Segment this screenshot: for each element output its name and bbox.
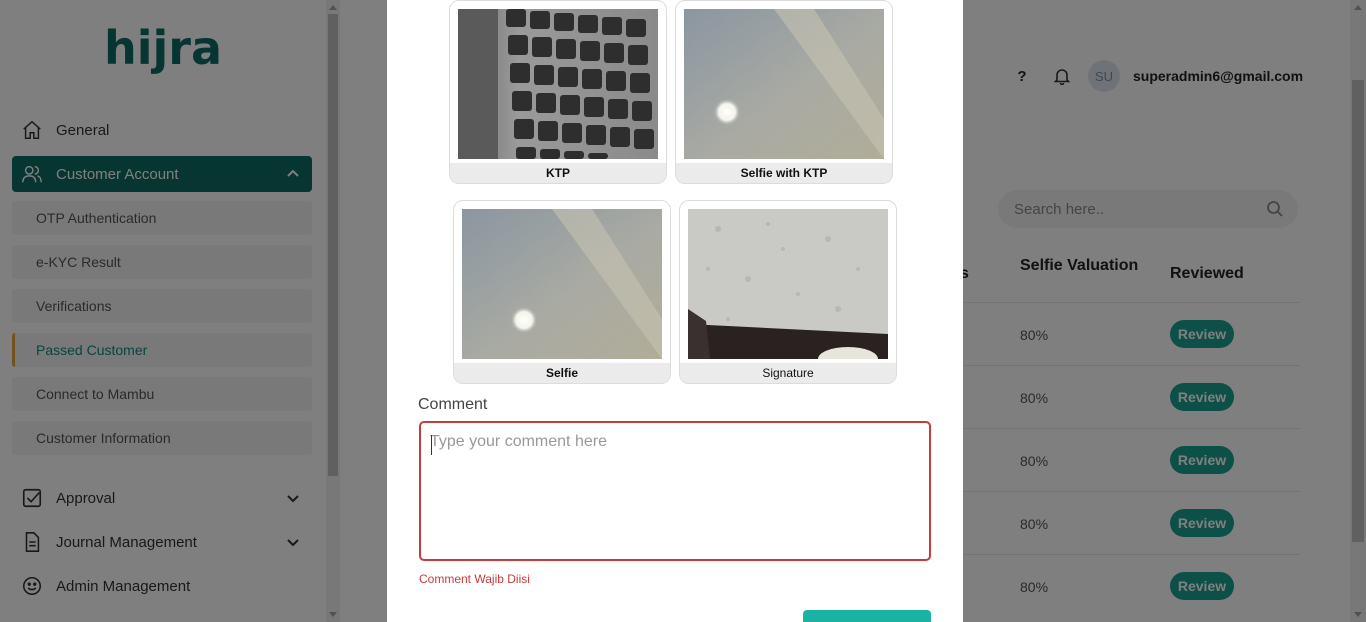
photo-caption: Selfie: [454, 363, 670, 383]
comment-field: [419, 421, 931, 561]
photo-card-selfie-with-ktp[interactable]: Selfie with KTP: [675, 0, 893, 184]
photo-caption: KTP: [450, 163, 666, 183]
ktp-photo: [458, 9, 658, 159]
selfie-with-ktp-photo: [684, 9, 884, 159]
text-caret: [431, 435, 432, 455]
review-modal: KTP Selfie with KTP Selfie Signature Com…: [387, 0, 963, 622]
comment-error-message: Comment Wajib Diisi: [419, 572, 530, 586]
selfie-photo: [462, 209, 662, 359]
comment-label: Comment: [418, 396, 488, 413]
photo-card-signature[interactable]: Signature: [679, 200, 897, 384]
photo-card-ktp[interactable]: KTP: [449, 0, 667, 184]
signature-photo: [688, 209, 888, 359]
photo-card-selfie[interactable]: Selfie: [453, 200, 671, 384]
photo-caption: Signature: [680, 363, 896, 383]
submit-button[interactable]: [803, 610, 931, 622]
comment-textarea[interactable]: [430, 433, 920, 549]
photo-caption: Selfie with KTP: [676, 163, 892, 183]
